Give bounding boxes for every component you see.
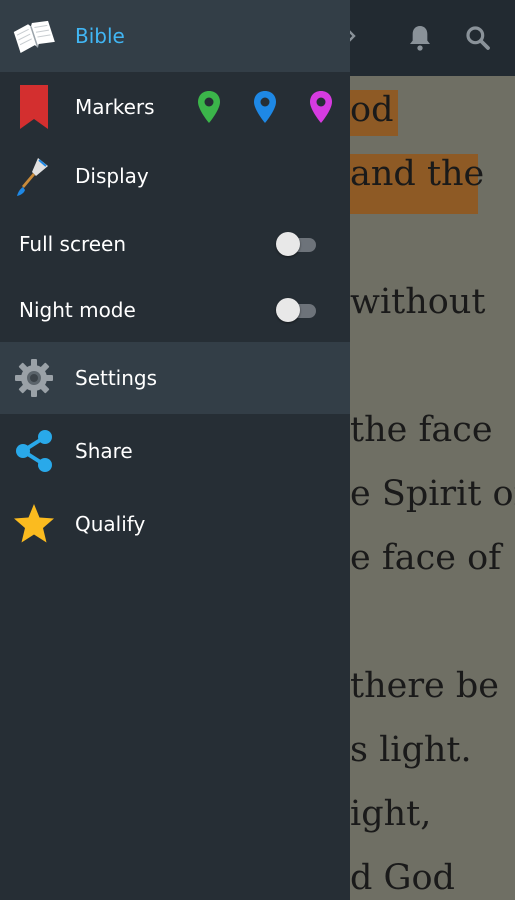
drawer-item-markers[interactable]: Markers bbox=[0, 72, 350, 142]
verse-text-line: without bbox=[350, 282, 486, 322]
navigation-drawer: Bible Markers Display Full screen Night … bbox=[0, 0, 350, 900]
drawer-item-settings[interactable]: Settings bbox=[0, 342, 350, 414]
verse-text-line: and the bbox=[350, 154, 485, 194]
drawer-item-full-screen[interactable]: Full screen bbox=[0, 210, 350, 278]
toggle-knob bbox=[276, 232, 300, 256]
marker-pin-green-icon[interactable] bbox=[196, 89, 222, 125]
drawer-item-share[interactable]: Share bbox=[0, 414, 350, 488]
drawer-item-label: Qualify bbox=[75, 512, 146, 536]
toggle-knob bbox=[276, 298, 300, 322]
night-mode-toggle[interactable] bbox=[276, 297, 316, 323]
drawer-item-label: Markers bbox=[75, 95, 155, 119]
verse-text-line: s light. bbox=[350, 730, 472, 770]
bookmark-icon bbox=[20, 85, 48, 129]
search-icon[interactable] bbox=[462, 22, 494, 54]
marker-pin-blue-icon[interactable] bbox=[252, 89, 278, 125]
verse-text-line: the face bbox=[350, 410, 493, 450]
verse-text-line: d God bbox=[350, 858, 455, 898]
drawer-item-label: Share bbox=[75, 439, 133, 463]
verse-text-line: e face of bbox=[350, 538, 502, 578]
verse-text-line: ight, bbox=[350, 794, 432, 834]
verse-text-line: there be bbox=[350, 666, 500, 706]
drawer-item-label: Full screen bbox=[19, 232, 127, 256]
drawer-item-label: Display bbox=[75, 164, 149, 188]
marker-pin-magenta-icon[interactable] bbox=[308, 89, 334, 125]
drawer-item-label: Night mode bbox=[19, 298, 136, 322]
drawer-item-label: Bible bbox=[75, 24, 125, 48]
verse-text-line: e Spirit of bbox=[350, 474, 515, 514]
verse-text-line: od bbox=[350, 90, 394, 130]
book-icon bbox=[13, 20, 55, 53]
drawer-item-bible[interactable]: Bible bbox=[0, 0, 350, 72]
bell-icon[interactable] bbox=[404, 22, 436, 54]
drawer-item-night-mode[interactable]: Night mode bbox=[0, 278, 350, 342]
gear-icon bbox=[15, 359, 53, 397]
drawer-item-label: Settings bbox=[75, 366, 158, 390]
share-icon bbox=[16, 430, 52, 472]
paintbrush-icon bbox=[17, 158, 48, 196]
drawer-item-display[interactable]: Display bbox=[0, 142, 350, 210]
drawer-item-qualify[interactable]: Qualify bbox=[0, 488, 350, 560]
star-icon bbox=[14, 504, 54, 543]
full-screen-toggle[interactable] bbox=[276, 231, 316, 257]
